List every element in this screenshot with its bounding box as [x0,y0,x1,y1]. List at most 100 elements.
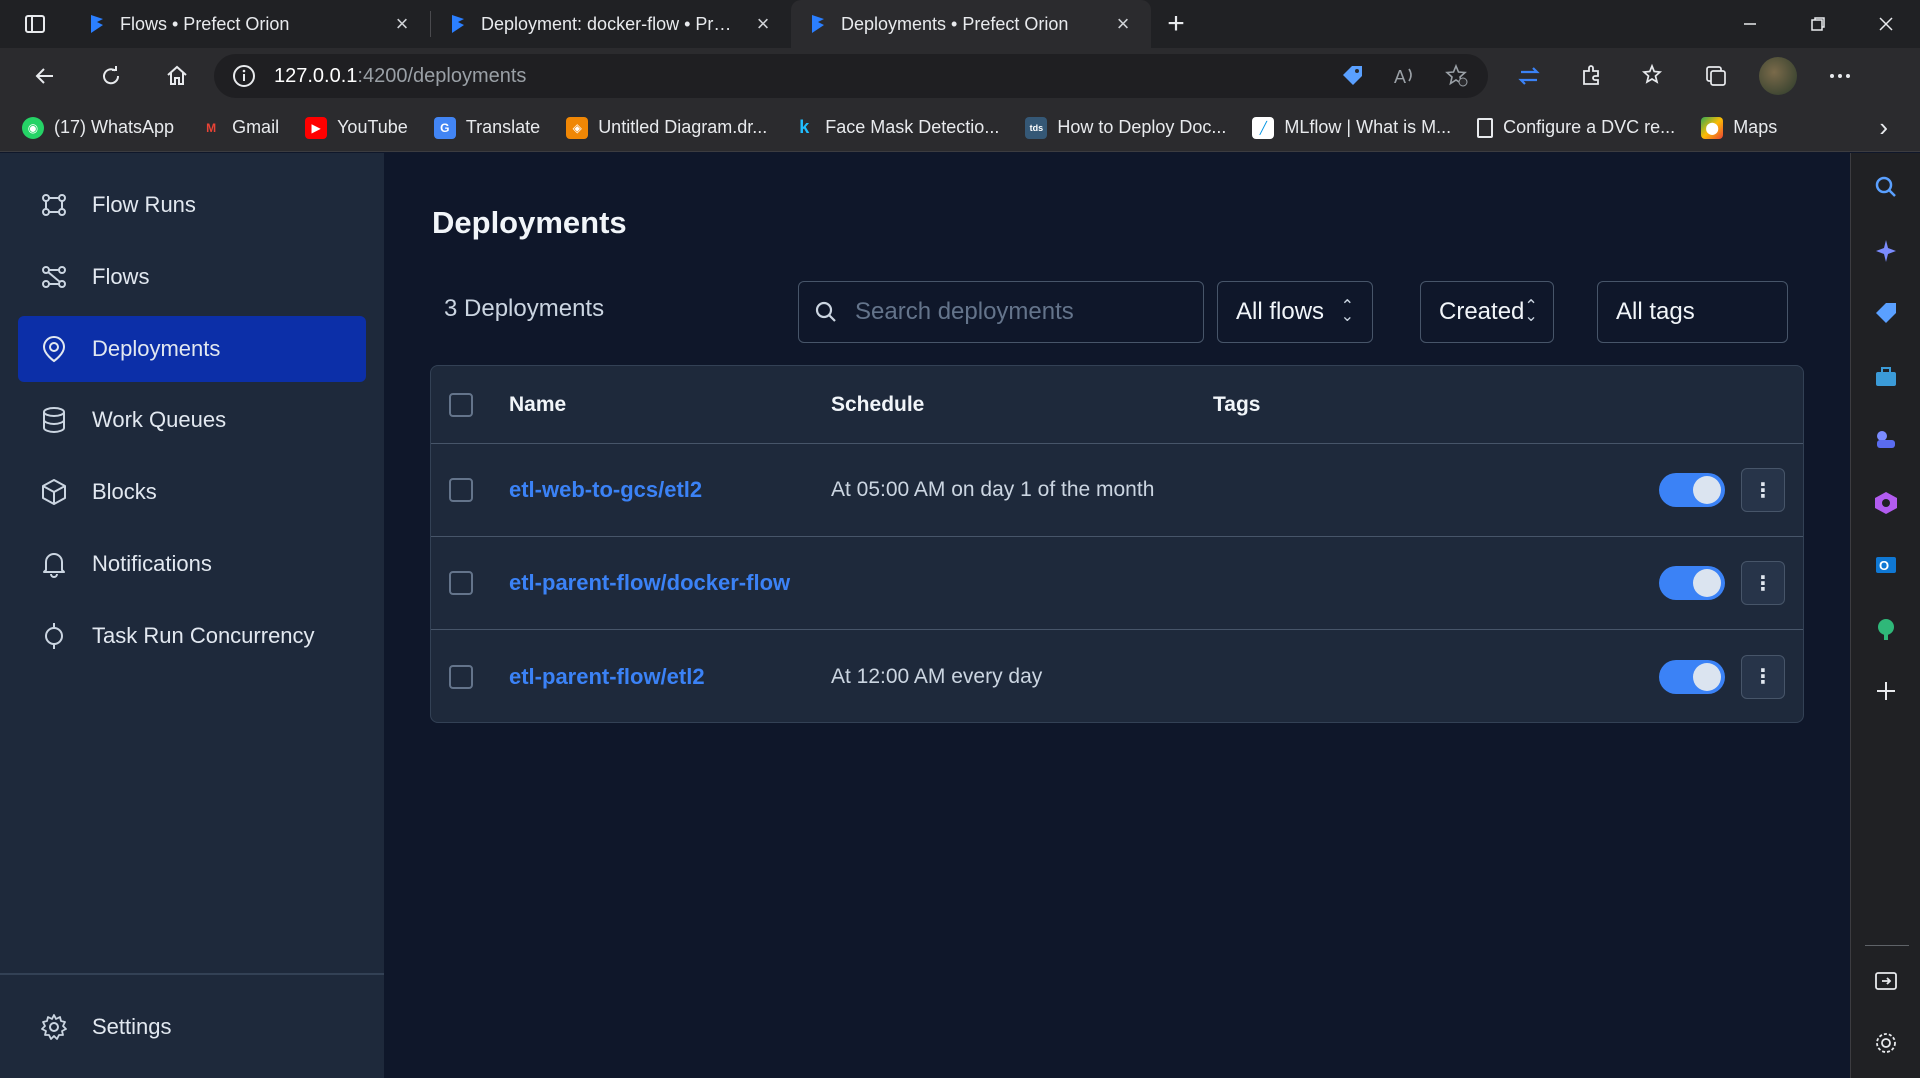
microsoft-365-icon[interactable] [1866,483,1906,523]
select-all-checkbox[interactable] [449,392,473,417]
info-icon[interactable] [232,64,256,88]
home-button[interactable] [144,52,210,100]
deployment-link[interactable]: etl-parent-flow/etl2 [509,664,705,690]
row-checkbox[interactable] [449,478,473,502]
row-checkbox[interactable] [449,664,473,689]
chevron-up-down-icon: ⌃ ⌄ [1524,298,1538,325]
bookmark-maps[interactable]: ⬤ Maps [1701,116,1777,139]
drop-tree-icon[interactable] [1866,609,1906,649]
deployment-link[interactable]: etl-parent-flow/docker-flow [509,570,790,596]
reload-button[interactable] [78,52,144,100]
tags-filter-select[interactable]: All tags [1597,281,1788,343]
copilot-sparkle-icon[interactable] [1866,231,1906,271]
deployment-link[interactable]: etl-web-to-gcs/etl2 [509,477,702,503]
bookmark-youtube[interactable]: ▶ YouTube [305,116,408,139]
restore-button[interactable] [1784,0,1852,48]
column-header-name[interactable]: Name [509,393,566,417]
bookmark-kaggle[interactable]: k Face Mask Detectio... [793,117,999,139]
table-row: etl-parent-flow/docker-flow ⋮ [431,537,1803,630]
bookmark-tds[interactable]: tds How to Deploy Doc... [1025,116,1226,139]
collections-button[interactable] [1696,56,1736,96]
sidebar-item-task-run-concurrency[interactable]: Task Run Concurrency [18,603,366,669]
tab-actions-button[interactable] [0,0,70,48]
schedule-toggle[interactable] [1659,473,1725,507]
sidebar-item-notifications[interactable]: Notifications [18,531,366,597]
gear-icon[interactable] [1866,1023,1906,1063]
chevron-right-icon[interactable]: › [1879,112,1888,143]
more-vertical-icon[interactable]: ⋮ [1741,468,1785,512]
extension-sync-button[interactable] [1510,56,1550,96]
profile-button[interactable] [1758,56,1798,96]
sidebar-item-flow-runs[interactable]: Flow Runs [18,172,366,238]
flows-filter-select[interactable]: All flows ⌃ ⌄ [1217,281,1373,343]
row-checkbox[interactable] [449,571,473,595]
back-button[interactable] [12,52,78,100]
browser-tab-flows[interactable]: Flows • Prefect Orion × [70,0,430,48]
close-icon[interactable]: × [392,11,412,37]
page-title: Deployments [432,205,627,240]
hide-sidebar-icon[interactable] [1866,961,1906,1001]
shopping-tag-icon[interactable] [1866,293,1906,333]
main-content: Deployments 3 Deployments All flows ⌃⌄ C… [384,153,1850,1078]
sidebar-item-blocks[interactable]: Blocks [18,459,366,525]
sidebar-item-label: Notifications [92,551,212,576]
more-menu-button[interactable] [1820,56,1860,96]
more-vertical-icon[interactable]: ⋮ [1741,561,1785,605]
sidebar-item-settings[interactable]: Settings [18,994,366,1060]
select-value: All flows [1236,298,1325,325]
coupon-tag-icon[interactable] [1340,63,1366,89]
sort-select[interactable]: Created ⌃ ⌄ [1420,281,1554,343]
browser-tab-deployment[interactable]: Deployment: docker-flow • Prefect Orion … [431,0,791,48]
more-vertical-icon[interactable]: ⋮ [1741,654,1785,699]
add-icon[interactable] [1866,671,1906,711]
arrow-left-icon [35,68,53,84]
search-icon[interactable] [1866,167,1906,207]
schedule-toggle[interactable] [1659,659,1725,694]
close-icon [1879,17,1893,31]
column-header-tags[interactable]: Tags [1213,393,1260,417]
sidebar-item-label: Work Queues [92,407,227,432]
close-icon[interactable]: × [753,11,773,37]
avatar [1759,57,1797,95]
deployment-count: 3 Deployments [444,295,605,322]
bookmark-dvc[interactable]: Configure a DVC re... [1477,117,1675,138]
read-aloud-icon[interactable]: A [1392,63,1418,89]
address-bar[interactable]: 127.0.0.1:4200/deployments A [214,54,1488,98]
bookmark-label: Translate [465,117,541,137]
puzzle-icon [1583,65,1599,85]
close-window-button[interactable] [1852,0,1920,48]
minimize-icon [1744,23,1756,25]
bookmark-mlflow[interactable]: ╱ MLflow | What is M... [1252,116,1451,139]
maps-icon: ⬤ [1701,116,1724,139]
add-favorite-icon[interactable] [1444,63,1470,89]
column-header-schedule[interactable]: Schedule [831,393,924,417]
sidebar-item-flows[interactable]: Flows [18,244,366,310]
edge-sidebar: O [1850,153,1920,1078]
browser-tab-deployments[interactable]: Deployments • Prefect Orion × [791,0,1151,48]
favorites-button[interactable] [1634,56,1674,96]
minimize-button[interactable] [1716,0,1784,48]
sidebar-item-work-queues[interactable]: Work Queues [18,387,366,453]
sidebar-item-label: Flows [92,264,150,289]
sync-icon [1518,67,1540,85]
bookmark-translate[interactable]: G Translate [433,116,541,139]
window-controls [1716,0,1920,48]
sidebar-item-deployments[interactable]: Deployments [18,316,366,382]
more-horizontal-icon [1830,74,1850,78]
close-icon[interactable]: × [1113,11,1133,37]
tab-title: Deployments • Prefect Orion [841,13,1069,34]
bookmark-drawio[interactable]: ◈ Untitled Diagram.dr... [566,116,767,139]
schedule-toggle[interactable] [1659,566,1725,600]
outlook-icon[interactable]: O [1866,545,1906,585]
bookmark-gmail[interactable]: M Gmail [200,117,279,139]
extensions-button[interactable] [1572,56,1612,96]
deployments-table: Name Schedule Tags etl-web-to-gcs/etl2 A… [430,365,1804,723]
search-box[interactable] [798,281,1204,343]
new-tab-button[interactable]: + [1151,7,1201,41]
toggle-knob [1693,662,1721,691]
search-input[interactable] [855,298,1175,326]
games-icon[interactable] [1866,419,1906,459]
tools-briefcase-icon[interactable] [1866,357,1906,397]
prefect-logo-icon [91,15,103,33]
bookmark-whatsapp[interactable]: ◉ (17) WhatsApp [22,116,174,139]
